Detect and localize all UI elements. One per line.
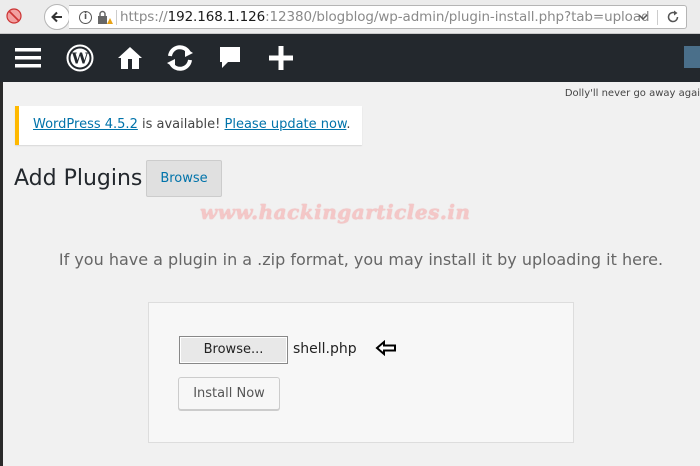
window-edge — [0, 82, 3, 466]
new-content-icon[interactable] — [265, 34, 297, 82]
install-now-button[interactable]: Install Now — [178, 377, 280, 410]
url-divider-2 — [657, 10, 658, 25]
browse-plugins-button[interactable]: Browse — [146, 160, 222, 197]
stop-icon[interactable] — [6, 8, 22, 24]
upload-help-text: If you have a plugin in a .zip format, y… — [58, 250, 664, 269]
url-host: 192.168.1.126 — [167, 9, 266, 25]
info-icon[interactable]: i — [79, 11, 92, 24]
arrow-left-icon — [375, 340, 396, 356]
wordpress-version-link[interactable]: WordPress 4.5.2 — [33, 117, 138, 132]
comments-icon[interactable] — [214, 34, 246, 82]
svg-text:W: W — [71, 50, 90, 68]
avatar[interactable] — [684, 46, 700, 68]
reload-icon[interactable] — [666, 10, 680, 24]
main-content: Dolly'll never go away agai WordPress 4.… — [0, 82, 700, 466]
url-text[interactable]: https://192.168.1.126:12380/blogblog/wp-… — [120, 9, 650, 25]
url-divider — [116, 10, 117, 25]
selected-file-name: shell.php — [293, 341, 357, 357]
url-path: :12380/blogblog/wp-admin/plugin-install.… — [265, 9, 650, 25]
watermark: www.hackingarticles.in — [200, 200, 471, 224]
menu-icon[interactable] — [10, 34, 46, 82]
notice-end-text: . — [346, 117, 351, 132]
back-arrow-icon — [51, 11, 62, 23]
home-icon[interactable] — [112, 34, 148, 82]
update-notice: WordPress 4.5.2 is available! Please upd… — [15, 106, 362, 145]
chevron-down-icon[interactable] — [637, 11, 649, 23]
lock-warning-icon[interactable] — [97, 10, 113, 25]
back-button[interactable] — [44, 4, 70, 30]
notice-middle-text: is available! — [137, 117, 225, 132]
updates-icon[interactable] — [161, 34, 199, 82]
wordpress-logo-icon[interactable]: W — [62, 34, 98, 82]
wp-admin-bar: W — [0, 34, 700, 82]
update-notice-text: WordPress 4.5.2 is available! Please upd… — [33, 117, 351, 132]
browser-toolbar: i https://192.168.1.126:12380/blogblog/w… — [0, 0, 700, 34]
file-browse-button[interactable]: Browse... — [179, 336, 288, 364]
hello-dolly-text: Dolly'll never go away agai — [564, 88, 700, 99]
upload-form: Browse... shell.php Install Now — [148, 302, 574, 443]
update-now-link[interactable]: Please update now — [225, 117, 347, 132]
address-bar[interactable]: i https://192.168.1.126:12380/blogblog/w… — [69, 5, 687, 29]
page-title: Add Plugins — [14, 166, 143, 191]
